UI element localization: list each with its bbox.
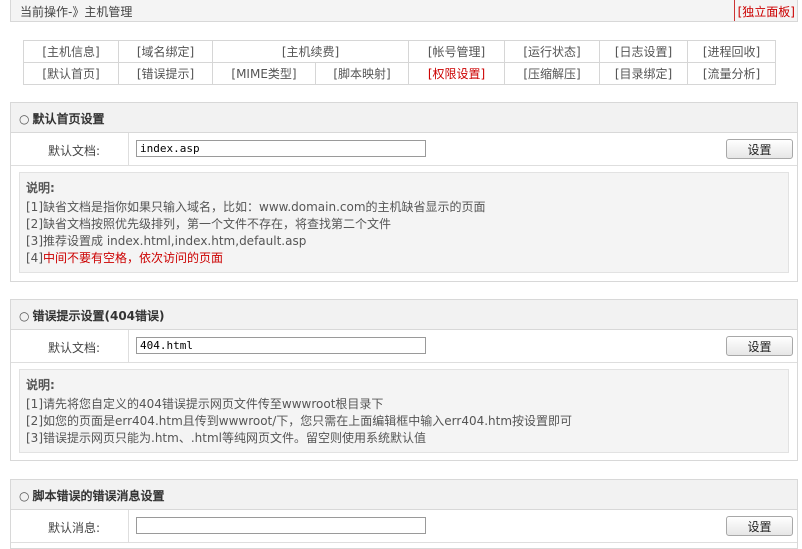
notes-title: 说明: bbox=[26, 181, 55, 195]
notes-box: 说明: [1]请先将您自定义的404错误提示网页文件传至wwwroot根目录下 … bbox=[19, 369, 789, 453]
tab-account-management[interactable]: [帐号管理] bbox=[408, 40, 505, 63]
set-button[interactable]: 设置 bbox=[726, 139, 793, 159]
section-title: 脚本错误的错误消息设置 bbox=[32, 489, 165, 503]
tab-host-info[interactable]: [主机信息] bbox=[23, 40, 119, 63]
section-header: ○ 错误提示设置(404错误) bbox=[11, 300, 797, 330]
tab-compress-extract[interactable]: [压缩解压] bbox=[504, 62, 600, 85]
notes-area: 说明: [1]缺省文档是指你如果只输入域名，比如：www.domain.com的… bbox=[11, 166, 797, 281]
default-message-input[interactable] bbox=[136, 517, 426, 534]
independent-panel-link[interactable]: [独立面板] bbox=[733, 0, 797, 21]
default-document-input[interactable] bbox=[136, 140, 426, 157]
note-line: [1]缺省文档是指你如果只输入域名，比如：www.domain.com的主机缺省… bbox=[26, 200, 486, 214]
note-line: [3]推荐设置成 index.html,index.htm,default.as… bbox=[26, 234, 307, 248]
tab-process-recycle[interactable]: [进程回收] bbox=[687, 40, 776, 63]
circle-icon: ○ bbox=[19, 489, 30, 503]
note-line: [1]请先将您自定义的404错误提示网页文件传至wwwroot根目录下 bbox=[26, 397, 384, 411]
tab-traffic-analysis[interactable]: [流量分析] bbox=[687, 62, 776, 85]
function-tabs: [主机信息] [域名绑定] [主机续费] [帐号管理] [运行状态] [日志设置… bbox=[23, 40, 776, 85]
field-label: 默认文档: bbox=[11, 330, 129, 362]
note-warning: 中间不要有空格，依次访问的页面 bbox=[43, 251, 224, 265]
notes-title: 说明: bbox=[26, 378, 55, 392]
note-line: [2]缺省文档按照优先级排列，第一个文件不存在，将查找第二个文件 bbox=[26, 217, 392, 231]
error-document-input[interactable] bbox=[136, 337, 426, 354]
notes-area: 说明: [1]请先将您自定义的404错误提示网页文件传至wwwroot根目录下 … bbox=[11, 363, 797, 461]
default-document-row: 默认文档: 设置 bbox=[11, 330, 797, 363]
error-prompt-section: ○错误提示设置(404错误) 默认文档: 设置 说明: [1]请先将您自定义的4… bbox=[10, 299, 798, 461]
tab-log-settings[interactable]: [日志设置] bbox=[599, 40, 688, 63]
section-header: ○ 脚本错误的错误消息设置 bbox=[11, 480, 797, 510]
tab-error-prompt[interactable]: [错误提示] bbox=[118, 62, 213, 85]
top-bar: 当前操作-》主机管理 [独立面板] bbox=[10, 0, 798, 22]
circle-icon: ○ bbox=[19, 309, 30, 323]
default-message-row: 默认消息: 设置 bbox=[11, 510, 797, 543]
notes-box: 说明: [1]缺省文档是指你如果只输入域名，比如：www.domain.com的… bbox=[19, 172, 789, 273]
tab-default-homepage[interactable]: [默认首页] bbox=[23, 62, 119, 85]
note-line: [4]中间不要有空格，依次访问的页面 bbox=[26, 250, 782, 267]
field-label: 默认消息: bbox=[11, 510, 129, 542]
script-error-message-section: ○ 脚本错误的错误消息设置 默认消息: 设置 bbox=[10, 479, 798, 549]
tab-running-status[interactable]: [运行状态] bbox=[504, 40, 600, 63]
tab-host-renewal[interactable]: [主机续费] bbox=[212, 40, 409, 63]
tab-script-mapping[interactable]: [脚本映射] bbox=[315, 62, 409, 85]
circle-icon: ○ bbox=[19, 112, 30, 126]
section-title: 错误提示设置(404错误) bbox=[32, 309, 165, 323]
field-label: 默认文档: bbox=[11, 133, 129, 165]
tab-permission-settings[interactable]: [权限设置] bbox=[408, 62, 505, 85]
default-document-row: 默认文档: 设置 bbox=[11, 133, 797, 166]
note-line: [2]如您的页面是err404.htm且传到wwwroot/下，您只需在上面编辑… bbox=[26, 414, 573, 428]
set-button[interactable]: 设置 bbox=[726, 516, 793, 536]
default-homepage-section: ○默认首页设置 默认文档: 设置 说明: [1]缺省文档是指你如果只输入域名，比… bbox=[10, 102, 798, 282]
note-prefix: [4] bbox=[26, 251, 43, 265]
tab-mime-types[interactable]: [MIME类型] bbox=[212, 62, 316, 85]
breadcrumb: 当前操作-》主机管理 bbox=[20, 5, 133, 19]
section-header: ○ 默认首页设置 bbox=[11, 103, 797, 133]
note-line: [3]错误提示网页只能为.htm、.html等纯网页文件。留空则使用系统默认值 bbox=[26, 431, 426, 445]
set-button[interactable]: 设置 bbox=[726, 336, 793, 356]
tab-domain-binding[interactable]: [域名绑定] bbox=[118, 40, 213, 63]
tab-directory-binding[interactable]: [目录绑定] bbox=[599, 62, 688, 85]
section-title: 默认首页设置 bbox=[32, 112, 105, 126]
